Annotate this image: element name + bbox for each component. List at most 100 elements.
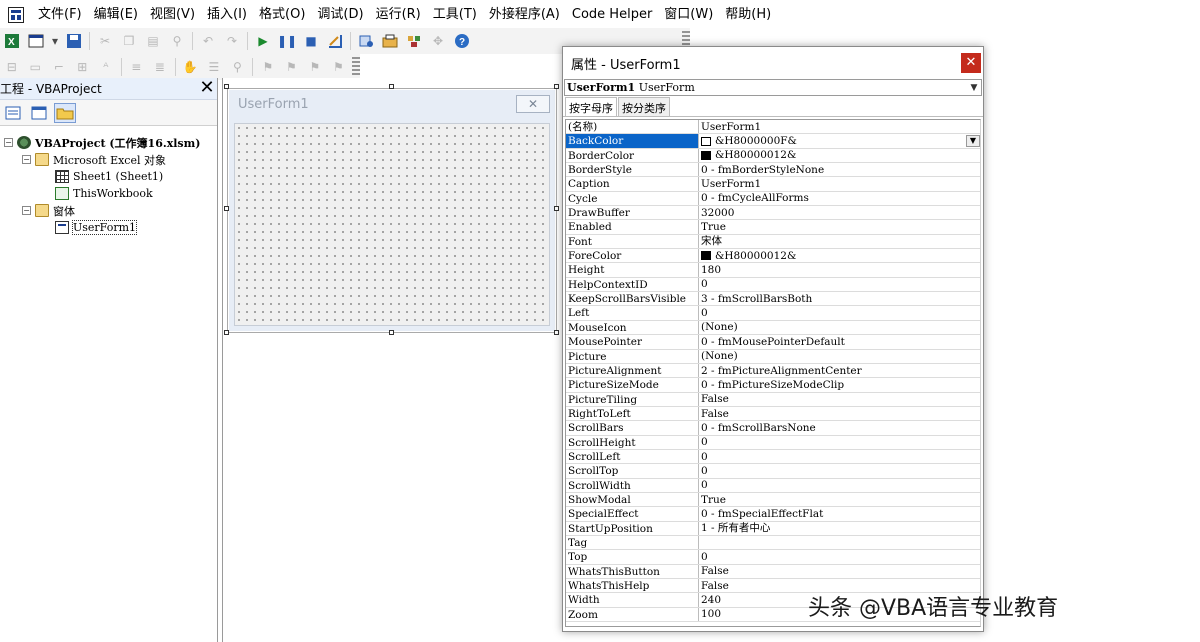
cut-icon[interactable]: ✂ <box>95 31 115 51</box>
undo-icon[interactable]: ↶ <box>198 31 218 51</box>
property-row[interactable]: MouseIcon (None) <box>566 320 980 336</box>
property-row[interactable]: DrawBuffer 32000 <box>566 206 980 221</box>
property-row[interactable]: SpecialEffect 0 - fmSpecialEffectFlat <box>566 507 980 522</box>
property-value[interactable]: 0 - fmBorderStyleNone <box>699 163 980 176</box>
redo-icon[interactable]: ↷ <box>222 31 242 51</box>
resize-handle[interactable] <box>224 206 229 211</box>
resize-handle[interactable] <box>389 84 394 89</box>
ungroup-icon[interactable]: ⚲ <box>228 57 248 77</box>
save-icon[interactable] <box>64 31 84 51</box>
resize-handle[interactable] <box>554 84 559 89</box>
tree-node-thisworkbook[interactable]: ThisWorkbook <box>0 185 217 202</box>
property-row[interactable]: Caption UserForm1 <box>566 177 980 192</box>
toolbar-options-icon[interactable]: ⚑ <box>329 57 349 77</box>
align-icon[interactable]: ⊟ <box>2 57 22 77</box>
menu-item[interactable]: 文件(F) <box>32 0 88 30</box>
property-row[interactable]: ScrollHeight 0 <box>566 435 980 450</box>
property-value[interactable]: 32000 <box>699 206 980 219</box>
property-row[interactable]: RightToLeft False <box>566 406 980 422</box>
property-row[interactable]: WhatsThisButton False <box>566 564 980 579</box>
menu-item[interactable]: 窗口(W) <box>658 0 719 30</box>
property-value[interactable]: 0 <box>699 278 980 291</box>
excel-icon[interactable]: X <box>2 31 22 51</box>
property-value[interactable]: (None) <box>699 321 980 334</box>
menu-item[interactable]: 外接程序(A) <box>483 0 566 30</box>
property-value[interactable]: True <box>699 493 980 506</box>
property-row[interactable]: ScrollLeft 0 <box>566 449 980 465</box>
menu-item[interactable]: 编辑(E) <box>88 0 144 30</box>
property-row[interactable]: PictureTiling False <box>566 392 980 407</box>
property-value[interactable]: (None) <box>699 350 980 363</box>
property-value[interactable]: 0 - fmSpecialEffectFlat <box>699 507 980 520</box>
properties-close-icon[interactable]: ✕ <box>961 53 981 73</box>
resize-handle[interactable] <box>554 206 559 211</box>
property-value[interactable]: 0 <box>699 306 980 319</box>
menu-item[interactable]: 插入(I) <box>201 0 253 30</box>
property-row[interactable]: Picture (None) <box>566 349 980 364</box>
properties-window-icon[interactable] <box>380 31 400 51</box>
property-row[interactable]: KeepScrollBarsVisible 3 - fmScrollBarsBot… <box>566 292 980 307</box>
property-value[interactable]: True <box>699 220 980 233</box>
property-row[interactable]: HelpContextID 0 <box>566 277 980 293</box>
property-value[interactable]: 2 - fmPictureAlignmentCenter <box>699 364 980 377</box>
make-same-size-icon[interactable]: ▭ <box>26 57 46 77</box>
design-mode-icon[interactable] <box>325 31 345 51</box>
property-row[interactable]: Enabled True <box>566 220 980 235</box>
property-value[interactable]: 0 - fmPictureSizeModeClip <box>699 378 980 391</box>
property-value[interactable]: 宋体 <box>699 235 980 248</box>
size-to-fit-icon[interactable]: ⌐ <box>49 57 69 77</box>
group-icon[interactable]: ≣ <box>150 57 170 77</box>
view-code-icon[interactable] <box>2 103 24 123</box>
property-value[interactable]: 0 <box>699 436 980 449</box>
property-value[interactable]: 0 - fmMousePointerDefault <box>699 335 980 348</box>
tree-node-sheet1[interactable]: Sheet1 (Sheet1) <box>0 168 217 185</box>
property-row[interactable]: Tag <box>566 535 980 551</box>
tab-categorized[interactable]: 按分类序 <box>618 97 670 116</box>
property-row[interactable]: (名称) UserForm1 <box>566 120 980 135</box>
project-explorer-icon[interactable] <box>356 31 376 51</box>
property-value[interactable]: UserForm1 <box>699 120 980 133</box>
center-icon[interactable]: ≡ <box>127 57 147 77</box>
property-row[interactable]: ScrollWidth 0 <box>566 478 980 493</box>
outdent-icon[interactable]: ⚑ <box>282 57 302 77</box>
collapse-icon[interactable]: − <box>4 138 13 147</box>
property-row[interactable]: ShowModal True <box>566 492 980 508</box>
order-icon[interactable]: ✋ <box>181 57 201 77</box>
toolbar-grip[interactable] <box>352 57 360 77</box>
property-row[interactable]: ScrollBars 0 - fmScrollBarsNone <box>566 421 980 436</box>
property-value[interactable]: 180 <box>699 263 980 276</box>
property-value[interactable]: 0 <box>699 464 980 477</box>
menu-item[interactable]: 帮助(H) <box>719 0 777 30</box>
collapse-icon[interactable]: − <box>22 206 31 215</box>
find-icon[interactable]: ⚲ <box>167 31 187 51</box>
menu-item[interactable]: 视图(V) <box>144 0 201 30</box>
menu-item[interactable]: 格式(O) <box>253 0 311 30</box>
object-browser-icon[interactable] <box>404 31 424 51</box>
property-value[interactable]: 0 <box>699 450 980 463</box>
paste-icon[interactable]: ▤ <box>143 31 163 51</box>
tree-node-excel-objects[interactable]: − Microsoft Excel 对象 <box>0 151 217 168</box>
userform-window[interactable]: UserForm1 ✕ <box>227 88 557 333</box>
property-value[interactable]: UserForm1 <box>699 177 980 190</box>
property-value[interactable]: 0 <box>699 479 980 492</box>
object-selector[interactable]: UserForm1 UserForm ▼ <box>564 79 982 96</box>
menu-item[interactable]: 调试(D) <box>311 0 369 30</box>
tree-node-vbaproject[interactable]: − VBAProject (工作簿16.xlsm) <box>0 134 217 151</box>
resize-handle[interactable] <box>224 330 229 335</box>
help-icon[interactable]: ? <box>452 31 472 51</box>
collapse-icon[interactable]: − <box>22 155 31 164</box>
property-value[interactable]: 1 - 所有者中心 <box>699 522 980 535</box>
property-row[interactable]: BorderStyle 0 - fmBorderStyleNone <box>566 163 980 178</box>
property-row[interactable]: Cycle 0 - fmCycleAllForms <box>566 191 980 207</box>
property-value[interactable]: 0 - fmScrollBarsNone <box>699 421 980 434</box>
property-value[interactable]: False <box>699 407 980 420</box>
resize-handle[interactable] <box>554 330 559 335</box>
property-row[interactable]: BorderColor &H80000012& <box>566 148 980 164</box>
break-icon[interactable]: ❚❚ <box>277 31 297 51</box>
menu-item[interactable]: 工具(T) <box>427 0 483 30</box>
chevron-down-icon[interactable]: ▼ <box>966 135 980 148</box>
reset-icon[interactable]: ■ <box>301 31 321 51</box>
tab-alphabetic[interactable]: 按字母序 <box>565 97 617 116</box>
tree-node-forms[interactable]: − 窗体 <box>0 202 217 219</box>
view-object-icon[interactable] <box>28 103 50 123</box>
